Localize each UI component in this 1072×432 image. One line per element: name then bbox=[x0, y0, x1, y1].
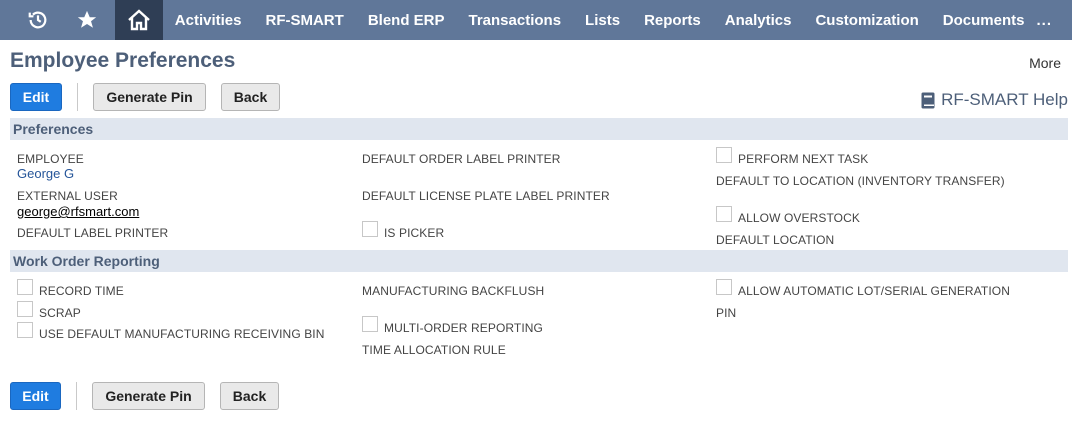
back-button[interactable]: Back bbox=[221, 83, 280, 111]
manufacturing-backflush-label: MANUFACTURING BACKFLUSH bbox=[362, 284, 545, 298]
button-divider bbox=[77, 83, 78, 111]
back-button-bottom[interactable]: Back bbox=[220, 382, 279, 410]
nav-reports[interactable]: Reports bbox=[632, 0, 713, 40]
rf-smart-help-link[interactable]: RF-SMART Help bbox=[921, 90, 1068, 110]
multi-order-reporting-checkbox[interactable] bbox=[362, 316, 378, 332]
page-title: Employee Preferences bbox=[10, 49, 236, 72]
use-default-bin-label: USE DEFAULT MANUFACTURING RECEIVING BIN bbox=[39, 327, 325, 341]
default-location-label: DEFAULT LOCATION bbox=[716, 233, 835, 247]
book-icon bbox=[921, 92, 935, 108]
nav-documents[interactable]: Documents bbox=[931, 0, 1037, 40]
employee-value[interactable]: George G bbox=[17, 166, 74, 181]
default-to-location-label: DEFAULT TO LOCATION (INVENTORY TRANSFER) bbox=[716, 174, 1005, 188]
home-icon[interactable] bbox=[115, 0, 163, 40]
is-picker-checkbox[interactable] bbox=[362, 221, 378, 237]
default-label-printer-label: DEFAULT LABEL PRINTER bbox=[17, 226, 169, 240]
scrap-checkbox[interactable] bbox=[17, 301, 33, 317]
generate-pin-button-bottom[interactable]: Generate Pin bbox=[92, 382, 205, 410]
scrap-label: SCRAP bbox=[39, 306, 81, 320]
allow-auto-lot-label: ALLOW AUTOMATIC LOT/SERIAL GENERATION bbox=[738, 284, 1010, 298]
nav-blend-erp[interactable]: Blend ERP bbox=[356, 0, 457, 40]
record-time-label: RECORD TIME bbox=[39, 284, 124, 298]
pin-label: PIN bbox=[716, 306, 737, 320]
perform-next-task-checkbox[interactable] bbox=[716, 147, 732, 163]
nav-activities[interactable]: Activities bbox=[163, 0, 254, 40]
default-order-label-printer-label: DEFAULT ORDER LABEL PRINTER bbox=[362, 152, 561, 166]
edit-button[interactable]: Edit bbox=[10, 83, 62, 111]
record-time-checkbox[interactable] bbox=[17, 279, 33, 295]
nav-rf-smart[interactable]: RF-SMART bbox=[253, 0, 355, 40]
nav-transactions[interactable]: Transactions bbox=[457, 0, 574, 40]
help-label: RF-SMART Help bbox=[941, 90, 1068, 109]
more-link[interactable]: More bbox=[1029, 55, 1061, 71]
time-allocation-rule-label: TIME ALLOCATION RULE bbox=[362, 343, 506, 357]
work-order-section-header: Work Order Reporting bbox=[10, 250, 1068, 272]
nav-analytics[interactable]: Analytics bbox=[713, 0, 804, 40]
generate-pin-button[interactable]: Generate Pin bbox=[93, 83, 206, 111]
employee-label: EMPLOYEE bbox=[17, 152, 84, 166]
recent-icon[interactable] bbox=[20, 0, 56, 40]
nav-lists[interactable]: Lists bbox=[573, 0, 632, 40]
nav-customization[interactable]: Customization bbox=[803, 0, 930, 40]
is-picker-label: IS PICKER bbox=[384, 226, 445, 240]
edit-button-bottom[interactable]: Edit bbox=[10, 382, 61, 410]
external-user-label: EXTERNAL USER bbox=[17, 189, 118, 203]
star-icon[interactable] bbox=[68, 0, 108, 40]
allow-auto-lot-checkbox[interactable] bbox=[716, 279, 732, 295]
use-default-bin-checkbox[interactable] bbox=[17, 322, 33, 338]
nav-more-menu[interactable]: ... bbox=[1036, 12, 1052, 29]
allow-overstock-checkbox[interactable] bbox=[716, 206, 732, 222]
button-divider-bottom bbox=[76, 382, 77, 410]
top-nav: Activities RF-SMART Blend ERP Transactio… bbox=[0, 0, 1072, 40]
preferences-section-header: Preferences bbox=[10, 118, 1068, 140]
multi-order-reporting-label: MULTI-ORDER REPORTING bbox=[384, 321, 543, 335]
perform-next-task-label: PERFORM NEXT TASK bbox=[738, 152, 869, 166]
external-user-value[interactable]: george@rfsmart.com bbox=[17, 204, 139, 219]
allow-overstock-label: ALLOW OVERSTOCK bbox=[738, 211, 860, 225]
default-license-plate-printer-label: DEFAULT LICENSE PLATE LABEL PRINTER bbox=[362, 189, 610, 203]
